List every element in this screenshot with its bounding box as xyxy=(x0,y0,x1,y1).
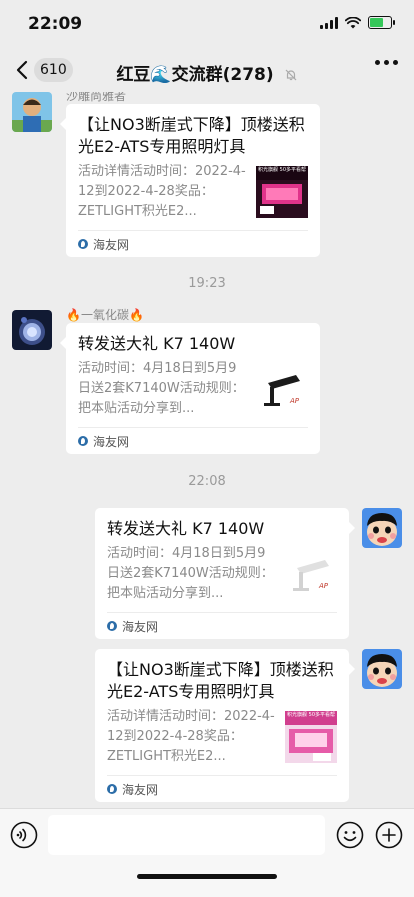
avatar[interactable] xyxy=(12,92,52,132)
status-bar: 22:09 xyxy=(0,0,414,48)
nav-bar: 610 红豆🌊交流群(278) xyxy=(0,48,414,92)
thumbnail-caption: 积光旗舰 50多平看帮 xyxy=(258,167,306,173)
sender-name: 沙雕尚雅者 xyxy=(66,92,127,103)
card-source: 海友网 xyxy=(93,237,130,252)
source-icon xyxy=(78,239,88,249)
card-title: 转发送大礼 K7 140W xyxy=(107,519,265,538)
card-description: 活动时间：4月18日到5月9日送2套K7140W活动规则：把本贴活动分享到... xyxy=(107,546,274,601)
source-icon xyxy=(78,436,88,446)
emoji-icon[interactable] xyxy=(336,821,364,849)
bell-off-icon xyxy=(285,69,296,81)
more-dots-icon[interactable] xyxy=(375,60,398,65)
home-indicator xyxy=(137,874,277,879)
card-footer: 海友网 xyxy=(78,230,308,257)
wifi-icon xyxy=(345,16,361,28)
card-thumbnail: AP xyxy=(285,548,337,600)
card-footer: 海友网 xyxy=(78,427,308,454)
source-icon xyxy=(107,621,117,631)
card-thumbnail: 积光旗舰 50多平看帮 xyxy=(285,711,337,763)
link-card[interactable]: 转发送大礼 K7 140W 活动时间：4月18日到5月9日送2套K7140W活动… xyxy=(95,508,355,639)
link-card[interactable]: 【让NO3断崖式下降】顶楼送积光E2-ATS专用照明灯具 活动详情活动时间：20… xyxy=(60,104,320,257)
timestamp: 19:23 xyxy=(188,276,226,291)
self-avatar[interactable] xyxy=(362,508,402,548)
plus-icon[interactable] xyxy=(375,821,403,849)
status-icons xyxy=(320,16,395,29)
link-card[interactable]: 【让NO3断崖式下降】顶楼送积光E2-ATS专用照明灯具 活动详情活动时间：20… xyxy=(95,649,355,802)
chat-title-text: 红豆🌊交流群(278) xyxy=(116,65,274,85)
link-card[interactable]: 转发送大礼 K7 140W 活动时间：4月18日到5月9日送2套K7140W活动… xyxy=(60,323,320,454)
signal-icon xyxy=(320,16,338,29)
card-title: 【让NO3断崖式下降】顶楼送积光E2-ATS专用照明灯具 xyxy=(107,660,334,701)
card-title: 【让NO3断崖式下降】顶楼送积光E2-ATS专用照明灯具 xyxy=(78,115,305,156)
card-footer: 海友网 xyxy=(107,612,337,639)
chat-title[interactable]: 红豆🌊交流群(278) xyxy=(0,60,414,85)
thumbnail-caption: 积光旗舰 50多平看帮 xyxy=(287,712,335,718)
card-source: 海友网 xyxy=(122,782,159,797)
card-thumbnail: AP xyxy=(256,363,308,415)
card-footer: 海友网 xyxy=(107,775,337,802)
card-thumbnail: 积光旗舰 50多平看帮 xyxy=(256,166,308,218)
card-description: 活动详情活动时间：2022-4-12到2022-4-28奖品：ZETLIGHT积… xyxy=(78,164,246,219)
input-bar xyxy=(0,808,414,897)
battery-icon xyxy=(368,16,395,29)
card-source: 海友网 xyxy=(93,434,130,449)
message-input[interactable] xyxy=(48,815,325,855)
svg-text:AP: AP xyxy=(289,397,300,405)
source-icon xyxy=(107,784,117,794)
card-source: 海友网 xyxy=(122,619,159,634)
self-avatar[interactable] xyxy=(362,649,402,689)
avatar[interactable] xyxy=(12,310,52,350)
status-time: 22:09 xyxy=(28,14,83,34)
card-title: 转发送大礼 K7 140W xyxy=(78,334,236,353)
svg-text:AP: AP xyxy=(318,582,329,590)
card-description: 活动时间：4月18日到5月9日送2套K7140W活动规则：把本贴活动分享到... xyxy=(78,361,245,416)
timestamp: 22:08 xyxy=(188,474,226,489)
card-description: 活动详情活动时间：2022-4-12到2022-4-28奖品：ZETLIGHT积… xyxy=(107,709,275,764)
sender-name: 🔥一氧化碳🔥 xyxy=(66,308,144,322)
chat-area[interactable]: 沙雕尚雅者 【让NO3断崖式下降】顶楼送积光E2-ATS专用照明灯具 活动详情活… xyxy=(0,92,414,808)
voice-icon[interactable] xyxy=(10,821,38,849)
